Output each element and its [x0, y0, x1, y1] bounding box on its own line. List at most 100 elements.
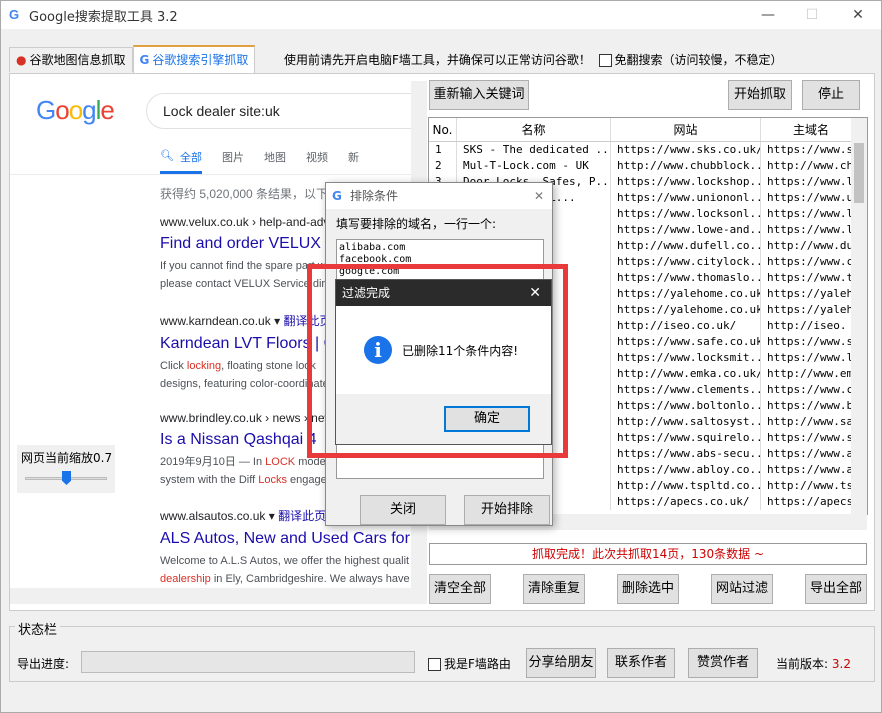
zoom-label: 网页当前缩放0.7: [21, 451, 113, 465]
table-cell: https://www.sk: [767, 143, 860, 156]
zoom-slider-thumb[interactable]: [62, 471, 71, 485]
stop-button[interactable]: 停止: [802, 80, 860, 110]
table-cell: http://www.sal: [767, 415, 860, 428]
table-header: No. 名称 网站 主域名: [429, 118, 867, 142]
table-cell: 2: [429, 158, 457, 174]
table-cell: https://www.sa: [767, 335, 860, 348]
export-all-button[interactable]: 导出全部: [805, 574, 867, 604]
divider: [10, 174, 412, 175]
result-title[interactable]: ALS Autos, New and Used Cars for s: [160, 530, 412, 548]
search-icon: 🔍︎: [160, 150, 174, 162]
table-cell: https://www.clements...: [611, 382, 761, 398]
desc-highlight: LOCK: [265, 456, 296, 468]
close-icon[interactable]: ✕: [534, 183, 544, 209]
tab-label: 谷歌搜索引擎抓取: [152, 53, 249, 67]
table-cell: https://www.lo: [767, 223, 860, 236]
tab-maps[interactable]: ● 谷歌地图信息抓取: [9, 47, 133, 72]
no-wall-label: 免翻搜索（访问较慢，不稳定）: [614, 53, 783, 67]
translate-link[interactable]: 翻译此页: [278, 509, 326, 523]
table-cell: https://www.ab: [767, 447, 860, 460]
router-checkbox-row[interactable]: 我是F墙路由: [428, 655, 511, 672]
table-cell: https://www.abs-secu...: [611, 446, 761, 462]
table-cell: https://www.th: [767, 271, 860, 284]
zoom-control: 网页当前缩放0.7: [17, 445, 115, 493]
router-checkbox[interactable]: [428, 658, 441, 671]
table-cell: http://www.duf: [767, 239, 860, 252]
gtab-all[interactable]: 全部: [180, 149, 202, 165]
col-domain[interactable]: 主域名: [761, 118, 861, 141]
table-cell: https://www.lockshop...: [611, 174, 761, 190]
gtab-news[interactable]: 新: [348, 149, 359, 165]
version-label: 当前版本:: [776, 657, 829, 671]
desc-text: 2019年9月10日 — In: [160, 456, 266, 468]
site-filter-button[interactable]: 网站过滤: [711, 574, 773, 604]
table-row[interactable]: 1 SKS - The dedicated ... https://www.sks.…: [429, 142, 867, 158]
router-label: 我是F墙路由: [444, 657, 511, 671]
desc-text: engage: [286, 474, 327, 486]
col-name[interactable]: 名称: [457, 118, 611, 141]
col-no[interactable]: No.: [429, 118, 457, 141]
minimize-button[interactable]: —: [745, 1, 791, 29]
delete-selected-button[interactable]: 删除选中: [617, 574, 679, 604]
table-cell: https://www.lo: [767, 175, 860, 188]
reinput-keyword-button[interactable]: 重新输入关键词: [429, 80, 529, 110]
table-cell: http://www.tspltd.co...: [611, 478, 761, 494]
filter-dialog-titlebar: G 排除条件 ✕: [326, 183, 552, 209]
close-button[interactable]: ✕: [835, 1, 881, 29]
table-cell: http://iseo.: [767, 319, 847, 332]
table-cell: https://www.lo: [767, 207, 860, 220]
url-text: www.karndean.co.uk: [160, 314, 271, 328]
browser-hscrollbar[interactable]: [10, 588, 412, 604]
desc-text: Click: [160, 360, 187, 372]
table-cell: http://www.tsp: [767, 479, 860, 492]
table-cell: http://www.emka.co.uk/: [611, 366, 761, 382]
table-cell: https://www.thomaslo...: [611, 270, 761, 286]
col-site[interactable]: 网站: [611, 118, 761, 141]
table-row[interactable]: 2 Mul-T-Lock.com - UK http://www.chubblock…: [429, 158, 867, 174]
export-progress-bar: [81, 651, 415, 673]
no-wall-checkbox[interactable]: [598, 54, 612, 67]
highlight-box: [307, 264, 568, 458]
clear-all-button[interactable]: 清空全部: [429, 574, 491, 604]
share-button[interactable]: 分享给朋友: [526, 648, 596, 678]
table-cell: https://www.safe.co.uk/: [611, 334, 761, 350]
dedupe-button[interactable]: 清除重复: [523, 574, 585, 604]
table-cell: https://www.abloy.co...: [611, 462, 761, 478]
domain-line: alibaba.com: [339, 242, 406, 253]
google-icon: G: [139, 53, 150, 67]
table-cell: https://www.uniononl...: [611, 190, 761, 206]
status-group-label: 状态栏: [15, 619, 61, 638]
maximize-button[interactable]: ☐: [789, 1, 835, 29]
table-cell: https://www.sks.co.uk/: [611, 142, 761, 158]
url-text: www.alsautos.co.uk: [160, 509, 266, 523]
gtab-maps[interactable]: 地图: [264, 149, 286, 165]
table-cell: https://apecs.co.uk/: [611, 494, 761, 510]
contact-button[interactable]: 联系作者: [607, 648, 675, 678]
google-icon: G: [9, 7, 20, 22]
table-cell: https://www.squirelo...: [611, 430, 761, 446]
window-title: Google搜索提取工具 3.2: [29, 9, 178, 25]
filter-start-button[interactable]: 开始排除: [464, 495, 550, 525]
table-scroll-thumb[interactable]: [854, 143, 864, 203]
table-cell: https://yalehome.co.uk/: [611, 286, 761, 302]
start-scrape-button[interactable]: 开始抓取: [728, 80, 792, 110]
google-tabs: 🔍︎ 全部 图片 地图 视频 新: [160, 149, 379, 165]
gtab-videos[interactable]: 视频: [306, 149, 328, 165]
table-cell: https://yalehome.co.uk/: [611, 302, 761, 318]
notice-text: 使用前请先开启电脑F墙工具，并确保可以正常访问谷歌！ 免翻搜索（访问较慢，不稳定…: [284, 51, 783, 68]
filter-prompt: 填写要排除的域名，一行一个:: [336, 217, 497, 231]
filter-close-button[interactable]: 关闭: [360, 495, 446, 525]
gtab-images[interactable]: 图片: [222, 149, 244, 165]
table-cell: https://www.ci: [767, 255, 860, 268]
tab-strip: ● 谷歌地图信息抓取 G 谷歌搜索引擎抓取: [9, 45, 256, 73]
table-cell: http://www.chubblock...: [611, 158, 761, 174]
donate-button[interactable]: 赞赏作者: [688, 648, 758, 678]
table-cell: http://www.dufell.co...: [611, 238, 761, 254]
search-input[interactable]: Lock dealer site:uk: [146, 93, 412, 129]
table-cell: https://www.bo: [767, 399, 860, 412]
table-cell: https://www.locksonl...: [611, 206, 761, 222]
table-cell: Mul-T-Lock.com - UK: [457, 158, 611, 174]
tab-search[interactable]: G 谷歌搜索引擎抓取: [132, 45, 256, 73]
table-cell: https://www.locksmit...: [611, 350, 761, 366]
tab-label: 谷歌地图信息抓取: [29, 53, 126, 67]
